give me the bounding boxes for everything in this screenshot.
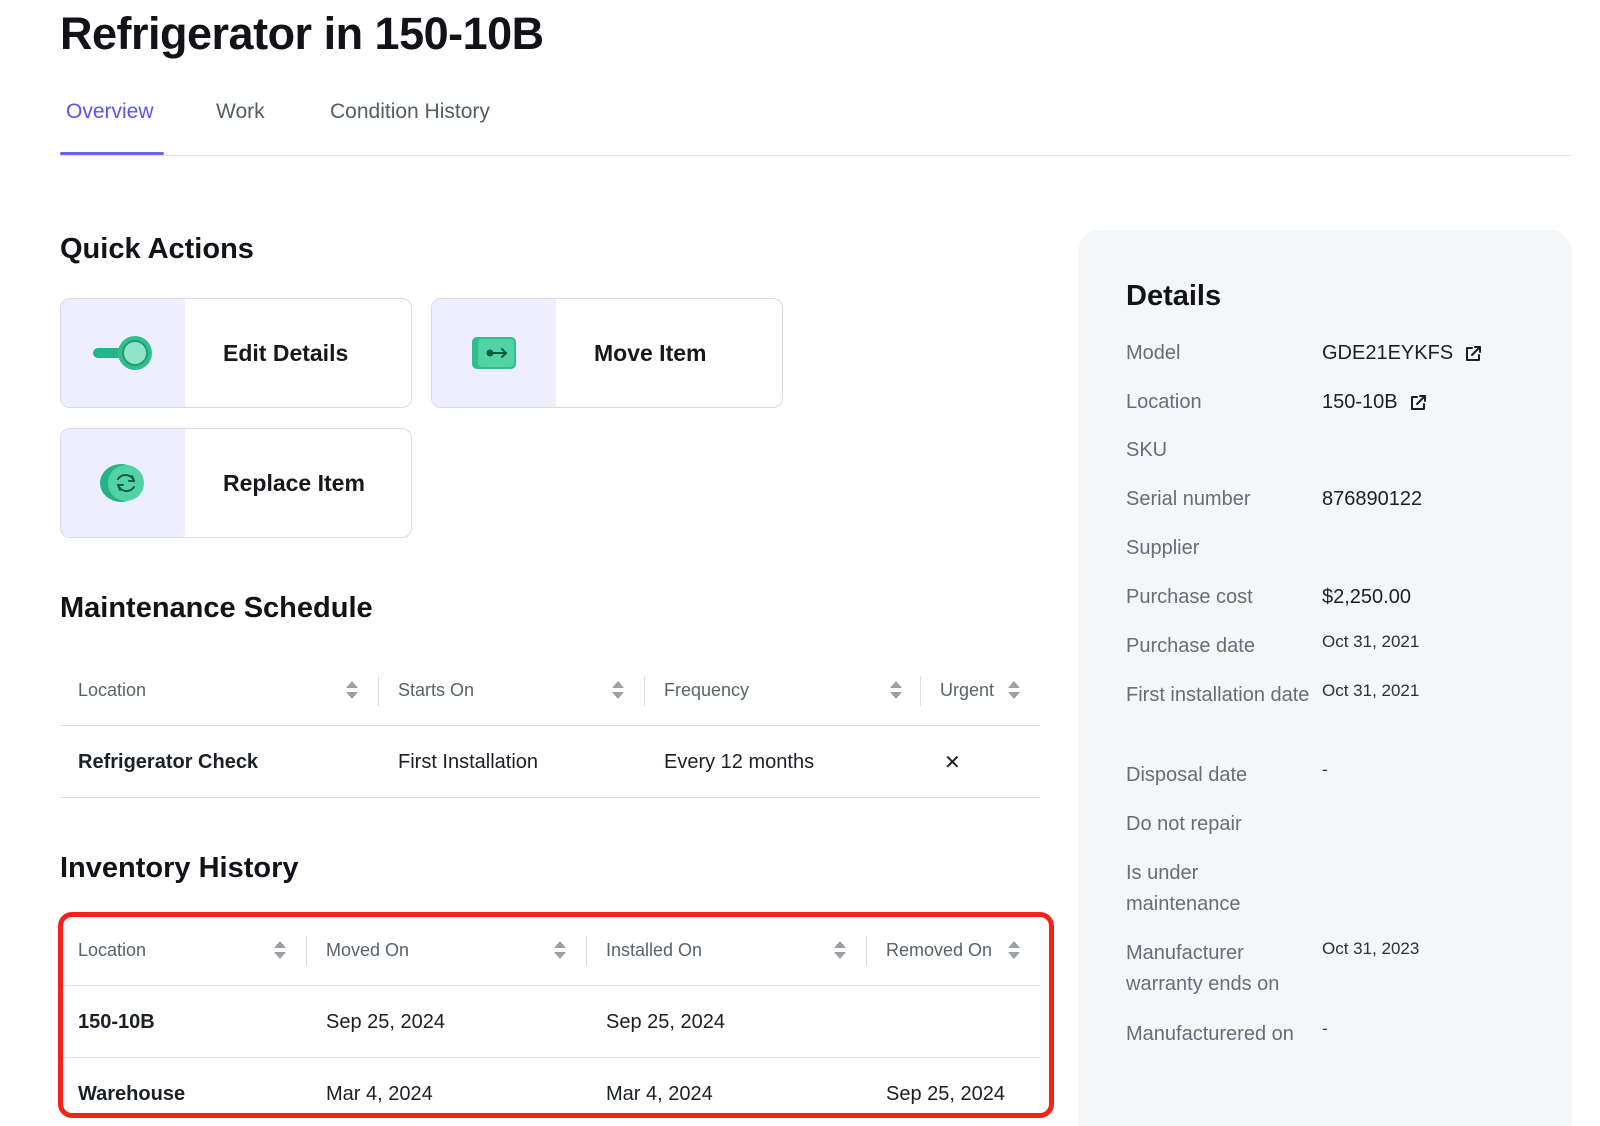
- sort-icon[interactable]: [1006, 938, 1022, 962]
- column-header-starts-on[interactable]: Starts On: [398, 654, 474, 726]
- column-divider: [644, 676, 645, 706]
- tab-work[interactable]: Work: [216, 100, 265, 124]
- detail-value-warranty-ends-on: Oct 31, 2023: [1322, 939, 1420, 958]
- external-link-icon[interactable]: [1463, 344, 1483, 364]
- table-row[interactable]: Refrigerator Check First Installation Ev…: [60, 726, 1040, 798]
- maintenance-table: Location Starts On Frequency Urgent Refr…: [60, 654, 1040, 798]
- tab-overview[interactable]: Overview: [66, 100, 154, 124]
- replace-item-label: Replace Item: [223, 469, 365, 496]
- tab-condition-history[interactable]: Condition History: [330, 100, 490, 124]
- maintenance-table-header: Location Starts On Frequency Urgent: [60, 654, 1040, 726]
- move-item-label: Move Item: [594, 339, 707, 366]
- replace-item-icon-area: [61, 429, 185, 537]
- sort-icon[interactable]: [832, 938, 848, 962]
- maintenance-schedule-title: Maintenance Schedule: [60, 592, 373, 624]
- detail-value-model[interactable]: GDE21EYKFS: [1322, 338, 1483, 369]
- sort-icon[interactable]: [344, 678, 360, 702]
- replace-item-button[interactable]: Replace Item: [60, 428, 412, 538]
- detail-label-do-not-repair: Do not repair: [1126, 813, 1242, 835]
- table-row[interactable]: Warehouse Mar 4, 2024 Mar 4, 2024 Sep 25…: [60, 1058, 1040, 1126]
- detail-label-first-installation-date: First installation date: [1126, 684, 1310, 706]
- table-row[interactable]: 150-10B Sep 25, 2024 Sep 25, 2024: [60, 986, 1040, 1058]
- detail-label-purchase-cost: Purchase cost: [1126, 586, 1253, 608]
- inventory-history-title: Inventory History: [60, 852, 299, 884]
- cell-frequency: Every 12 months: [664, 750, 815, 773]
- edit-details-icon-area: [61, 299, 185, 407]
- column-header-location[interactable]: Location: [78, 914, 146, 986]
- detail-label-purchase-date: Purchase date: [1126, 635, 1255, 657]
- detail-label-location: Location: [1126, 391, 1202, 413]
- detail-value-manufactured-on: -: [1322, 1019, 1328, 1038]
- location-link[interactable]: 150-10B: [1322, 387, 1398, 418]
- sort-icon[interactable]: [888, 678, 904, 702]
- cell-installed-on: Sep 25, 2024: [606, 1010, 725, 1033]
- details-panel: Details Model GDE21EYKFS Location 150-10…: [1078, 230, 1572, 1126]
- detail-label-is-under-maintenance: Is under maintenance: [1126, 862, 1241, 915]
- detail-value-serial-number: 876890122: [1322, 488, 1423, 510]
- move-item-button[interactable]: Move Item: [431, 298, 783, 408]
- active-tab-indicator: [60, 152, 164, 155]
- detail-value-disposal-date: -: [1322, 760, 1328, 779]
- sort-icon[interactable]: [552, 938, 568, 962]
- column-divider: [378, 676, 379, 706]
- cell-starts-on: First Installation: [398, 750, 539, 773]
- inventory-table: Location Moved On Installed On Removed O…: [60, 914, 1040, 1126]
- external-link-icon[interactable]: [1408, 393, 1428, 413]
- column-header-removed-on[interactable]: Removed On: [886, 914, 992, 986]
- detail-value-purchase-date: Oct 31, 2021: [1322, 632, 1420, 651]
- cell-installed-on: Mar 4, 2024: [606, 1082, 713, 1105]
- detail-label-serial-number: Serial number: [1126, 488, 1251, 510]
- column-divider: [866, 936, 867, 966]
- cell-location: Warehouse: [78, 1082, 186, 1105]
- cell-moved-on: Mar 4, 2024: [326, 1082, 433, 1105]
- column-header-frequency[interactable]: Frequency: [664, 654, 749, 726]
- sort-icon[interactable]: [1006, 678, 1022, 702]
- cell-urgent: ✕: [944, 751, 961, 774]
- detail-label-warranty-ends-on: Manufacturer warranty ends on: [1126, 942, 1280, 995]
- move-arrow-icon: [472, 337, 516, 369]
- sort-icon[interactable]: [610, 678, 626, 702]
- move-item-icon-area: [432, 299, 556, 407]
- column-divider: [586, 936, 587, 966]
- toggle-icon: [93, 336, 152, 370]
- detail-label-sku: SKU: [1126, 439, 1168, 461]
- inventory-table-header: Location Moved On Installed On Removed O…: [60, 914, 1040, 986]
- quick-actions-title: Quick Actions: [60, 233, 254, 265]
- detail-value-purchase-cost: $2,250.00: [1322, 586, 1411, 608]
- detail-value-location[interactable]: 150-10B: [1322, 387, 1428, 418]
- cell-moved-on: Sep 25, 2024: [326, 1010, 445, 1033]
- tab-bar: Overview Work Condition History: [60, 96, 1572, 156]
- edit-details-button[interactable]: Edit Details: [60, 298, 412, 408]
- column-divider: [306, 936, 307, 966]
- column-divider: [920, 676, 921, 706]
- detail-label-supplier: Supplier: [1126, 537, 1200, 559]
- edit-details-label: Edit Details: [223, 339, 349, 366]
- page-title: Refrigerator in 150-10B: [60, 8, 544, 59]
- cell-removed-on: Sep 25, 2024: [886, 1082, 1005, 1105]
- column-header-location[interactable]: Location: [78, 654, 146, 726]
- cell-location: 150-10B: [78, 1010, 155, 1033]
- sort-icon[interactable]: [272, 938, 288, 962]
- refresh-icon: [100, 464, 144, 502]
- cell-location: Refrigerator Check: [78, 750, 259, 773]
- model-link[interactable]: GDE21EYKFS: [1322, 338, 1453, 369]
- column-header-installed-on[interactable]: Installed On: [606, 914, 702, 986]
- column-header-moved-on[interactable]: Moved On: [326, 914, 409, 986]
- detail-value-first-installation-date: Oct 31, 2021: [1322, 681, 1420, 700]
- column-header-urgent[interactable]: Urgent: [940, 654, 994, 726]
- detail-label-model: Model: [1126, 342, 1181, 364]
- detail-label-disposal-date: Disposal date: [1126, 764, 1248, 786]
- detail-label-manufactured-on: Manufacturered on: [1126, 1023, 1294, 1045]
- details-title: Details: [1126, 280, 1222, 312]
